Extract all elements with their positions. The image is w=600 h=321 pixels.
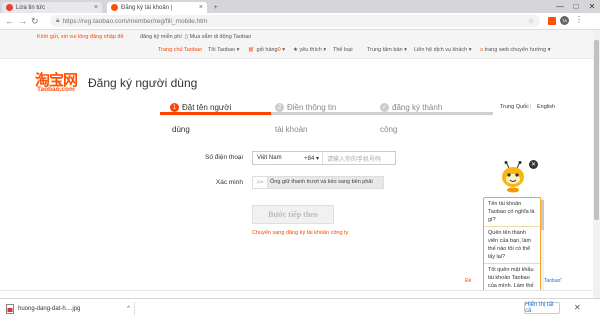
help-close-icon[interactable]: ✕ (529, 160, 538, 169)
step-label-cont: dùng (172, 125, 190, 134)
next-step-button[interactable]: Bước tiếp theo (252, 205, 334, 224)
star-icon: ★ (293, 47, 298, 53)
tab-close-icon[interactable]: × (199, 4, 203, 11)
browser-tab-news[interactable]: Lừa tin tức × (2, 2, 102, 13)
step-3: ✓ đăng ký thành (380, 103, 442, 112)
mobile-shop-link[interactable]: ▯ Mua sắm di động Taobao (185, 34, 251, 40)
taobao-logo-domain: Taobao.com (37, 86, 75, 93)
customer-service-link[interactable]: Liên hệ dịch vụ khách ▾ (414, 47, 472, 53)
country-select[interactable]: Việt Nam (253, 155, 293, 161)
page-scrollbar-thumb[interactable] (594, 40, 599, 220)
reload-icon[interactable]: ↻ (31, 16, 39, 27)
url-text: https://reg.taobao.com/member/reg/fill_m… (62, 17, 208, 25)
step-number: 2 (275, 103, 284, 112)
lock-icon: 🔒︎ (56, 17, 60, 24)
back-arrow-icon[interactable]: ← (5, 16, 14, 26)
step-label: đăng ký thành (392, 103, 443, 112)
step-label: Đặt tên người (182, 103, 232, 112)
plus-icon: + (214, 4, 218, 11)
company-register-link[interactable]: Chuyển sang đăng ký tài khoản công ty (252, 230, 348, 236)
phone-input[interactable]: 请输入你的手机号码 (322, 152, 395, 164)
step-label-cont: công (380, 125, 398, 134)
file-image-icon (6, 303, 14, 314)
forward-arrow-icon[interactable]: → (18, 16, 27, 26)
tab-favicon-icon (6, 4, 13, 11)
home-link[interactable]: Trang chủ Taobao (158, 47, 202, 53)
cart-link[interactable]: 🛒︎ giỏ hàng0 ▾ (248, 47, 285, 53)
step-label-cont: tài khoản (275, 125, 308, 134)
lang-chinese[interactable]: Trung Quốc (500, 104, 529, 110)
star-icon[interactable]: ☆ (528, 17, 534, 25)
help-footer-prefix[interactable]: Đề (465, 278, 471, 284)
phone-input-group: Việt Nam +84 ▾ 请输入你的手机号码 (252, 151, 396, 165)
phone-label: Số điện thoại (205, 154, 243, 161)
chevron-up-icon[interactable]: ^ (127, 306, 130, 312)
tab-title: Đăng ký tài khoản | (121, 4, 173, 11)
downloads-close-icon[interactable]: ✕ (574, 303, 581, 312)
login-prompt[interactable]: Kính gửi, xin vui lòng đăng nhập để (37, 34, 124, 40)
help-scrollbar-thumb[interactable] (541, 200, 544, 230)
browser-tab-register[interactable]: Đăng ký tài khoản | × (107, 2, 207, 13)
tab-title: Lừa tin tức (16, 4, 46, 11)
verify-label: Xác minh (215, 179, 243, 186)
profile-avatar[interactable]: TA (560, 16, 569, 25)
close-window-button[interactable]: ✕ (584, 0, 600, 13)
lang-english[interactable]: English (537, 104, 555, 110)
country-code[interactable]: +84 ▾ (293, 155, 322, 162)
maximize-button[interactable]: □ (568, 0, 584, 13)
download-file-name: huong-dang-dat-h....jpg (18, 305, 81, 312)
step-progress-inactive (271, 112, 493, 115)
my-taobao-link[interactable]: Tôi Taobao ▾ (208, 47, 239, 53)
check-icon: ✓ (380, 103, 389, 112)
categories-link[interactable]: Thể loại (333, 47, 353, 53)
extension-icon[interactable] (548, 17, 556, 25)
seller-center-link[interactable]: Trung tâm bán ▾ (367, 47, 407, 53)
step-2: 2 Điền thông tin (275, 103, 336, 112)
free-register-link[interactable]: đăng ký miễn phí (140, 34, 182, 40)
tab-favicon-icon (111, 4, 118, 11)
favorites-link[interactable]: ★ yêu thích ▾ (293, 47, 326, 53)
help-faq-panel: Tên tài khoản Taobao có nghĩa là gì? Quê… (483, 197, 541, 299)
list-icon: ≡ (480, 47, 484, 53)
help-footer-link[interactable]: Taobao" (544, 278, 562, 284)
tab-close-icon[interactable]: × (94, 4, 98, 11)
cart-count: 0 (277, 47, 281, 53)
menu-kebab-icon[interactable]: ⋮ (575, 15, 583, 24)
help-question[interactable]: Tên tài khoản Taobao có nghĩa là gì? (484, 198, 540, 227)
site-nav-link[interactable]: ≡ trang web chuyển hướng ▾ (480, 47, 550, 53)
minimize-button[interactable]: — (552, 0, 568, 13)
cart-icon: 🛒︎ (248, 47, 255, 53)
step-1: 1 Đặt tên người (170, 103, 231, 112)
step-label: Điền thông tin (287, 103, 337, 112)
new-tab-button[interactable]: + (210, 2, 224, 13)
lang-separator: | (530, 104, 532, 110)
url-field[interactable]: 🔒︎ https://reg.taobao.com/member/reg/fil… (50, 15, 540, 27)
download-item[interactable]: huong-dang-dat-h....jpg ^ (6, 302, 135, 315)
step-progress-active (160, 112, 271, 115)
help-question[interactable]: Quên tên thành viên của bạn, làm thế nào… (484, 227, 540, 264)
step-number: 1 (170, 103, 179, 112)
slider-instruction: Ông giữ thanh trượt và kéo sang bên phải (270, 179, 373, 185)
slider-handle[interactable]: >> (253, 177, 268, 188)
page-title: Đăng ký người dùng (88, 76, 198, 90)
help-bee-mascot-icon[interactable] (498, 161, 528, 193)
show-all-downloads-button[interactable]: Hiển thị tất cả (524, 302, 560, 314)
